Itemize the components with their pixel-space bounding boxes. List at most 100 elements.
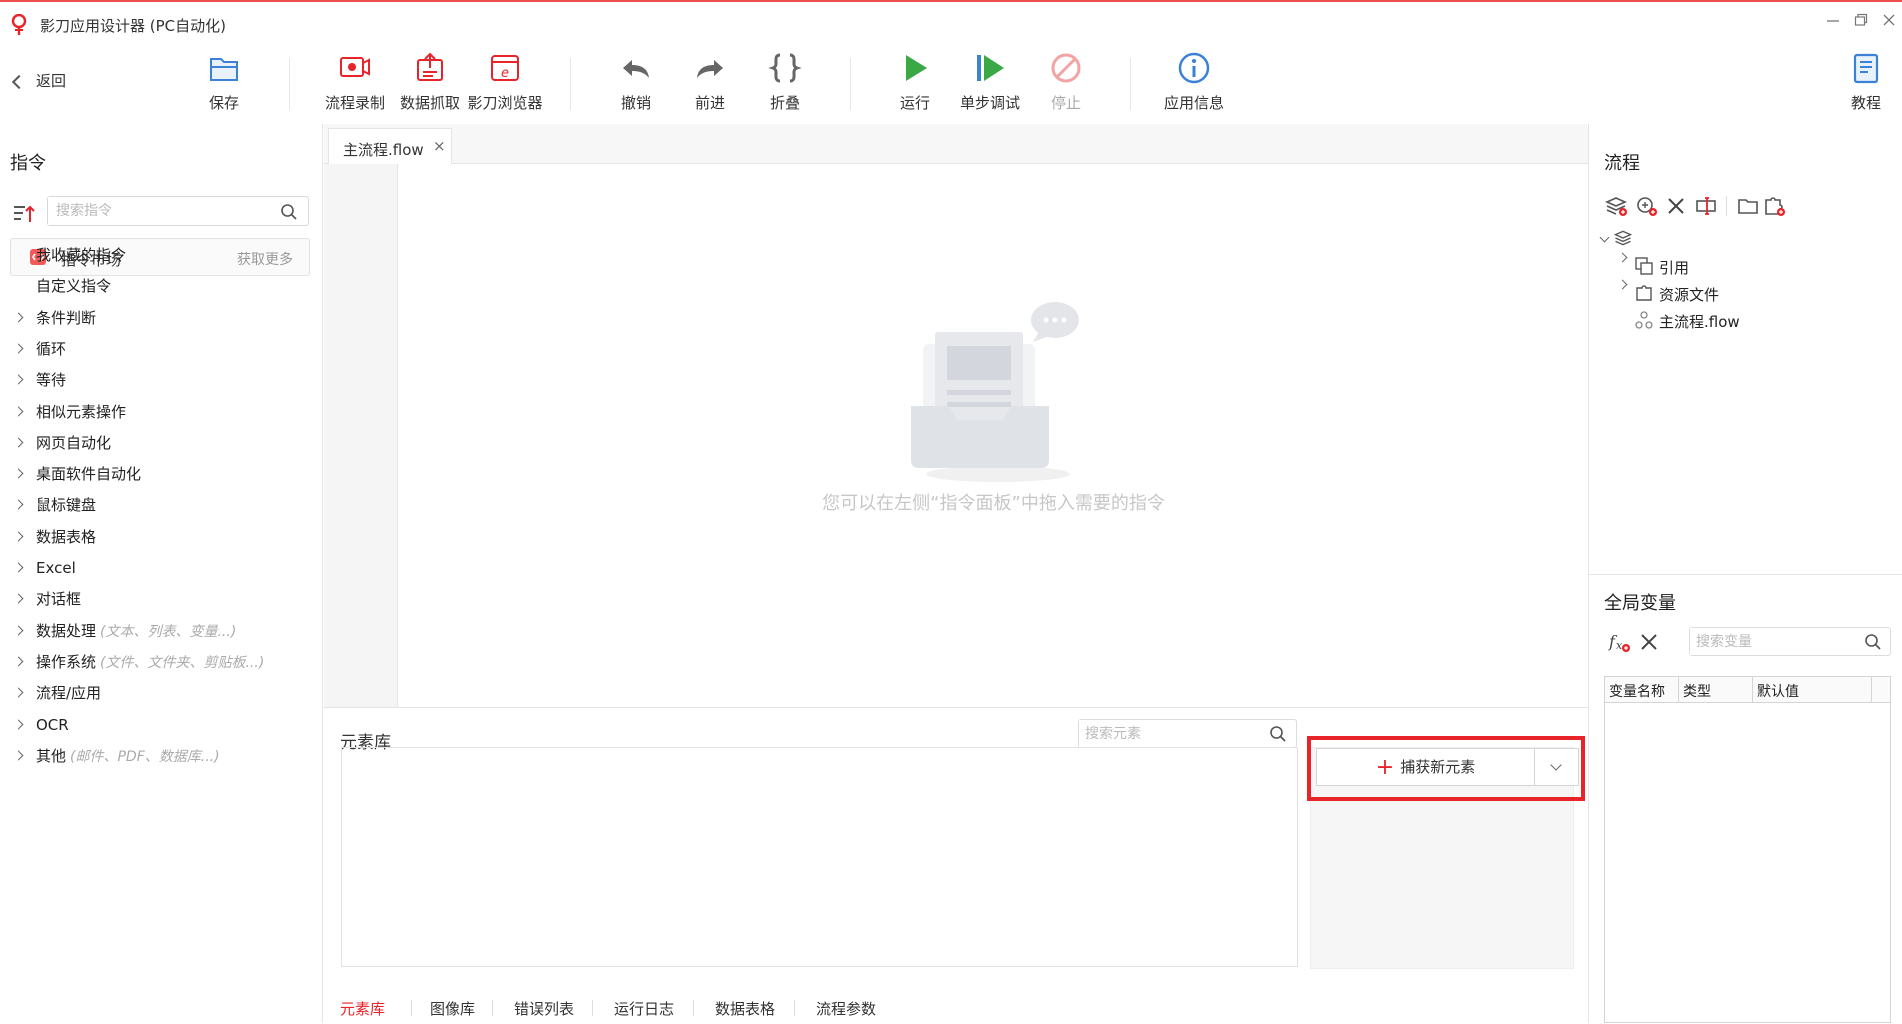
chevron-right-icon xyxy=(13,719,24,729)
variable-search-box[interactable] xyxy=(1689,627,1891,656)
tab-run-log[interactable]: 运行日志 xyxy=(614,998,674,1019)
variable-search-input[interactable] xyxy=(1690,628,1850,655)
command-category-item[interactable]: 等待 xyxy=(0,365,322,395)
category-name: 操作系统 xyxy=(36,652,97,671)
command-category-item[interactable]: 操作系统 (文件、文件夹、剪贴板...) xyxy=(0,647,322,677)
toolbar-divider xyxy=(289,58,290,110)
run-button[interactable]: 运行 xyxy=(895,50,935,118)
flow-file-icon xyxy=(1635,311,1653,329)
redo-label: 前进 xyxy=(694,94,725,112)
tutorial-label: 教程 xyxy=(1850,94,1881,112)
back-button[interactable]: 返回 xyxy=(11,70,66,100)
window-title: 影刀应用设计器 (PC自动化) xyxy=(40,17,226,35)
element-search-input[interactable] xyxy=(1079,720,1249,747)
data-grab-icon xyxy=(417,52,443,81)
category-label: 条件判断 xyxy=(36,303,96,333)
step-debug-button[interactable]: 单步调试 xyxy=(958,50,1022,118)
step-debug-icon xyxy=(977,55,1004,81)
command-category-item[interactable]: 对话框 xyxy=(0,584,322,614)
fold-button[interactable]: 折叠 xyxy=(765,50,805,118)
search-icon[interactable] xyxy=(1864,633,1882,651)
category-name: 桌面软件自动化 xyxy=(36,465,142,484)
add-reference-icon[interactable] xyxy=(1634,194,1658,218)
command-category-item[interactable]: 我收藏的指令 xyxy=(0,240,322,270)
command-panel: 指令 指令市场 获取更多 我收藏的指令自定义指令条件判断循环等待相似元素操作网页… xyxy=(0,124,323,1023)
command-category-item[interactable]: 数据表格 xyxy=(0,522,322,552)
category-name: 等待 xyxy=(36,371,67,390)
tab-image-library[interactable]: 图像库 xyxy=(430,998,475,1019)
bottom-tab-bar: 元素库 图像库 错误列表 运行日志 数据表格 流程参数 xyxy=(324,988,1588,1024)
column-divider xyxy=(1678,677,1679,703)
chevron-right-icon xyxy=(13,625,24,636)
command-category-item[interactable]: 自定义指令 xyxy=(0,271,322,301)
category-label: 流程/应用 xyxy=(36,678,101,708)
delete-icon[interactable] xyxy=(1664,194,1688,218)
chevron-right-icon xyxy=(13,562,24,573)
tutorial-icon xyxy=(1853,53,1879,84)
record-button[interactable]: 流程录制 xyxy=(323,50,387,118)
search-icon[interactable] xyxy=(1269,725,1287,743)
category-name: 鼠标键盘 xyxy=(36,496,97,515)
rename-icon[interactable] xyxy=(1694,194,1718,218)
restore-button[interactable] xyxy=(1846,10,1876,34)
command-category-item[interactable]: Excel xyxy=(0,553,322,583)
command-category-item[interactable]: 网页自动化 xyxy=(0,428,322,458)
search-icon[interactable] xyxy=(280,203,298,221)
undo-label: 撤销 xyxy=(620,94,651,112)
tree-item-main-flow[interactable]: 主流程.flow xyxy=(1659,311,1740,332)
element-list[interactable] xyxy=(341,747,1298,967)
tutorial-button[interactable]: 教程 xyxy=(1846,50,1886,118)
tab-main-flow[interactable]: 主流程.flow × xyxy=(328,128,452,164)
tab-data-table[interactable]: 数据表格 xyxy=(715,998,775,1019)
column-header-type[interactable]: 类型 xyxy=(1683,681,1711,701)
command-search-input[interactable] xyxy=(48,197,258,225)
command-category-item[interactable]: 数据处理 (文本、列表、变量...) xyxy=(0,616,322,646)
record-label: 流程录制 xyxy=(324,94,385,112)
tab-error-list[interactable]: 错误列表 xyxy=(514,998,574,1019)
element-library-panel: 元素库 +捕获新元素 元素库 图像库 错误列表 运行日志 数据表格 流程参数 xyxy=(324,707,1588,1023)
column-header-default[interactable]: 默认值 xyxy=(1757,681,1799,701)
data-grab-button[interactable]: 数据抓取 xyxy=(398,50,462,118)
category-label: 数据处理 (文本、列表、变量...) xyxy=(36,616,236,647)
column-header-name[interactable]: 变量名称 xyxy=(1609,681,1665,701)
undo-button[interactable]: 撤销 xyxy=(616,50,656,118)
variable-table[interactable]: 变量名称 类型 默认值 xyxy=(1604,676,1891,1023)
data-grab-label: 数据抓取 xyxy=(399,94,460,112)
flow-panel: 流程 引用 资源文件 主流程.flow 全局变量 fx 变量名称 类型 默认值 xyxy=(1588,124,1902,1023)
command-category-item[interactable]: 鼠标键盘 xyxy=(0,490,322,520)
save-button[interactable]: 保存 xyxy=(200,50,248,118)
tab-close-icon[interactable]: × xyxy=(433,137,446,155)
restore-icon xyxy=(1854,13,1868,26)
app-info-button[interactable]: 应用信息 xyxy=(1162,50,1226,118)
category-label: 循环 xyxy=(36,334,66,364)
command-category-item[interactable]: 其他 (邮件、PDF、数据库...) xyxy=(0,741,322,771)
category-hint: (文本、列表、变量...) xyxy=(100,623,237,640)
chevron-right-icon xyxy=(13,687,24,698)
command-category-item[interactable]: OCR xyxy=(0,710,322,740)
minimize-button[interactable] xyxy=(1818,10,1848,34)
element-search-box[interactable] xyxy=(1078,719,1297,748)
add-variable-icon[interactable]: fx xyxy=(1607,630,1631,654)
flow-canvas[interactable]: 您可以在左侧“指令面板”中拖入需要的指令 xyxy=(399,164,1588,707)
folder-icon[interactable] xyxy=(1736,194,1760,218)
browser-button[interactable]: e 影刀浏览器 xyxy=(465,50,545,118)
command-category-item[interactable]: 条件判断 xyxy=(0,303,322,333)
command-category-item[interactable]: 循环 xyxy=(0,334,322,364)
category-name: 网页自动化 xyxy=(36,433,112,452)
add-module-icon[interactable] xyxy=(1762,194,1786,218)
chevron-right-icon xyxy=(13,656,24,667)
redo-icon xyxy=(697,60,723,78)
step-debug-label: 单步调试 xyxy=(959,94,1020,112)
delete-variable-icon[interactable] xyxy=(1637,630,1661,654)
tab-element-library[interactable]: 元素库 xyxy=(340,998,385,1019)
reference-icon xyxy=(1635,257,1653,275)
redo-button[interactable]: 前进 xyxy=(690,50,730,118)
command-search-box[interactable] xyxy=(47,196,309,226)
tab-flow-params[interactable]: 流程参数 xyxy=(816,998,876,1019)
sort-icon[interactable] xyxy=(12,202,36,226)
command-category-item[interactable]: 桌面软件自动化 xyxy=(0,459,322,489)
command-category-item[interactable]: 流程/应用 xyxy=(0,678,322,708)
stop-button[interactable]: 停止 xyxy=(1046,50,1086,118)
close-window-button[interactable] xyxy=(1874,10,1902,34)
command-category-item[interactable]: 相似元素操作 xyxy=(0,397,322,427)
